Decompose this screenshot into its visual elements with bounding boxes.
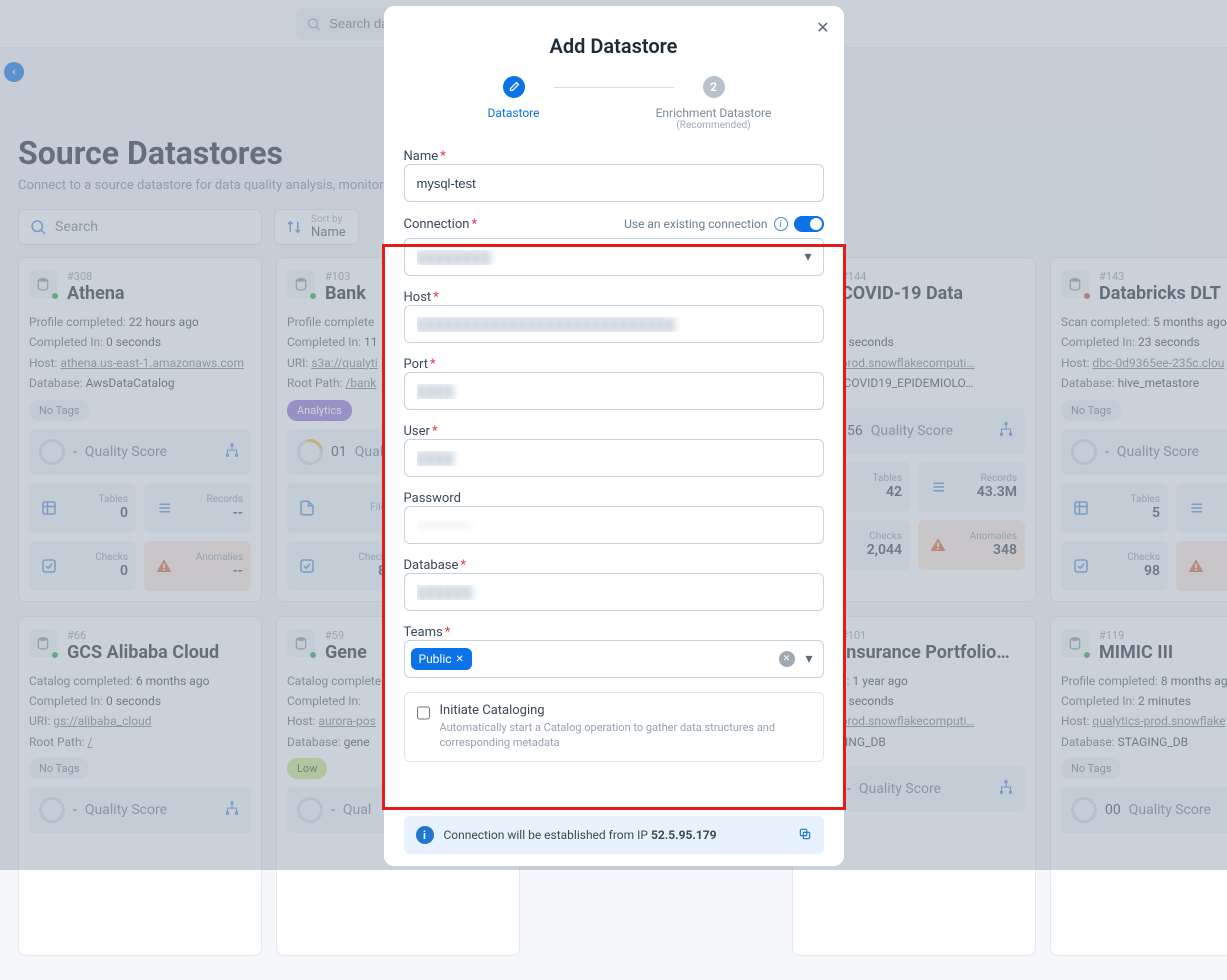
database-input[interactable] <box>404 573 824 611</box>
add-datastore-modal: ✕ Add Datastore Datastore 2 Enrichment D… <box>384 6 844 866</box>
field-name: Name* <box>404 149 824 202</box>
info-icon: i <box>416 826 434 844</box>
port-input[interactable] <box>404 372 824 410</box>
clear-icon[interactable]: ✕ <box>779 651 795 667</box>
chip-remove-icon[interactable]: ✕ <box>456 654 464 665</box>
copy-icon[interactable] <box>798 827 812 844</box>
field-password: Password <box>404 491 824 544</box>
team-chip-public[interactable]: Public ✕ <box>411 648 472 670</box>
modal-title: Add Datastore <box>384 34 844 58</box>
pencil-icon <box>503 76 525 98</box>
modal-overlay: ✕ Add Datastore Datastore 2 Enrichment D… <box>0 0 1227 870</box>
field-teams: Teams* Public ✕ ✕ ▾ <box>404 625 824 678</box>
close-icon[interactable]: ✕ <box>816 18 829 37</box>
stepper: Datastore 2 Enrichment Datastore (Recomm… <box>384 76 844 131</box>
field-database: Database* <box>404 558 824 611</box>
user-input[interactable] <box>404 439 824 477</box>
name-input[interactable] <box>404 164 824 202</box>
connection-select[interactable] <box>404 238 824 276</box>
field-port: Port* <box>404 357 824 410</box>
ip-banner: i Connection will be established from IP… <box>404 816 824 854</box>
initiate-cataloging-box: Initiate Cataloging Automatically start … <box>404 692 824 762</box>
field-connection: Connection* Use an existing connection i… <box>404 216 824 276</box>
host-input[interactable] <box>404 305 824 343</box>
field-user: User* <box>404 424 824 477</box>
modal-body: Name* Connection* Use an existing connec… <box>384 149 844 808</box>
initiate-checkbox[interactable] <box>417 705 430 721</box>
step-1[interactable]: Datastore <box>414 76 614 120</box>
toggle-switch[interactable] <box>794 216 824 232</box>
existing-connection-toggle[interactable]: Use an existing connection i <box>624 216 823 232</box>
field-host: Host* <box>404 290 824 343</box>
chevron-down-icon: ▾ <box>805 651 812 667</box>
info-icon[interactable]: i <box>774 217 788 231</box>
teams-input[interactable]: Public ✕ ✕ ▾ <box>404 640 824 678</box>
step-2[interactable]: 2 Enrichment Datastore (Recommended) <box>614 76 814 131</box>
password-input[interactable] <box>404 506 824 544</box>
